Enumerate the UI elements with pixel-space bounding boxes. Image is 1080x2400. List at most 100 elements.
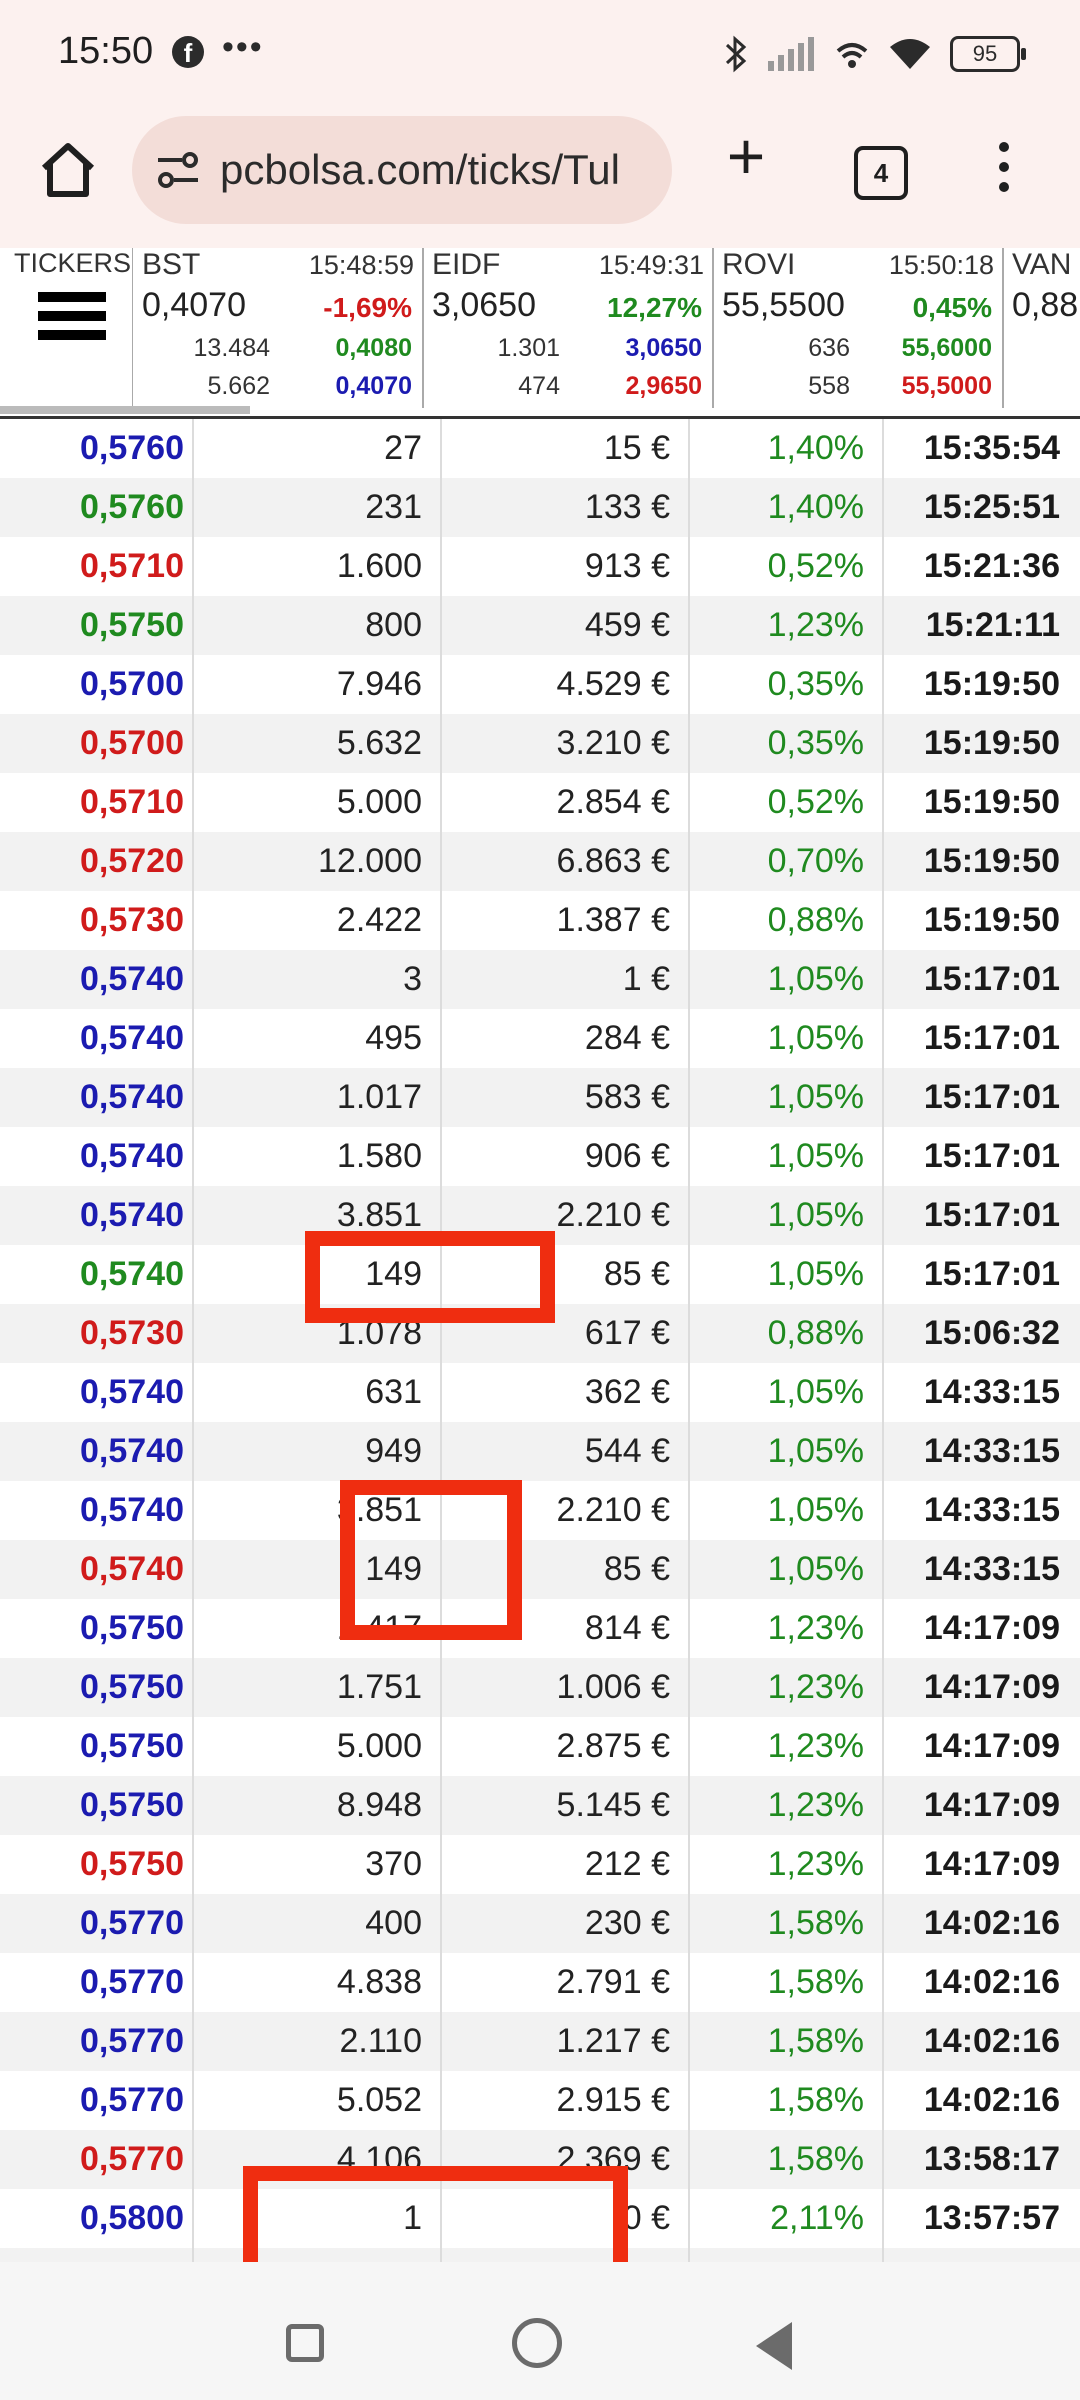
trade-change-pct: 0,88% [688,891,874,950]
table-row[interactable]: 0,5740 495 284 €1,05% 15:17:01 [0,1009,1080,1068]
table-row[interactable]: 0,5720 12.000 6.863 €0,70% 15:19:50 [0,832,1080,891]
trade-change-pct: 1,05% [688,1245,874,1304]
trade-price: 0,5800 [80,2199,184,2237]
trade-time: 15:06:32 [882,1304,1070,1363]
trade-price: 0,5750 [80,1609,184,1647]
trade-amount: 3.210 € [440,714,680,773]
trade-amount: 1 € [440,950,680,1009]
trade-time: 13:57:57 [882,2189,1070,2248]
ticker-strip[interactable]: TICKERS BST 15:48:59 0,4070 -1,69% 13.484 0,4… [0,248,1080,419]
table-row[interactable]: 0,5740 3.851 2.210 €1,05% 14:33:15 [0,1481,1080,1540]
ticker-ask-qty: 474 [518,372,560,400]
trade-time: 15:21:36 [882,537,1070,596]
trade-volume: 949 [192,1422,432,1481]
trade-price: 0,5770 [80,2081,184,2119]
ticker-bid-price: 0,4080 [335,334,412,362]
trade-change-pct: 0,52% [688,537,874,596]
table-row[interactable]: 0,5770 400 230 €1,58% 14:02:16 [0,1894,1080,1953]
table-row[interactable]: 0,5770 4.838 2.791 €1,58% 14:02:16 [0,1953,1080,2012]
site-settings-icon[interactable] [156,150,200,190]
recents-square-icon[interactable] [286,2324,324,2362]
trade-volume: 5.000 [192,773,432,832]
trade-amount: 362 € [440,1363,680,1422]
trade-amount: 2.791 € [440,1953,680,2012]
horizontal-scrollbar[interactable] [0,406,250,414]
table-row[interactable]: 0,5750 370 212 €1,23% 14:17:09 [0,1835,1080,1894]
tickers-menu[interactable]: TICKERS [0,248,133,408]
trade-price: 0,5710 [80,547,184,585]
trade-volume: 631 [192,1363,432,1422]
tab-switcher-icon[interactable]: 4 [854,146,908,200]
table-row[interactable]: 0,5750 1.751 1.006 €1,23% 14:17:09 [0,1658,1080,1717]
trade-price: 0,5750 [80,606,184,644]
table-row[interactable]: 0,5770 2.110 1.217 €1,58% 14:02:16 [0,2012,1080,2071]
trade-time: 14:33:15 [882,1363,1070,1422]
table-row[interactable]: 0,5710 1.600 913 €0,52% 15:21:36 [0,537,1080,596]
home-icon[interactable] [36,138,100,202]
trade-change-pct: 1,05% [688,1186,874,1245]
trade-volume: 4.838 [192,1953,432,2012]
trade-price: 0,5750 [80,1668,184,1706]
trade-price: 0,5760 [80,429,184,467]
table-row[interactable]: 0,5770 5.052 2.915 €1,58% 14:02:16 [0,2071,1080,2130]
table-row[interactable]: 0,5740 149 85 €1,05% 14:33:15 [0,1540,1080,1599]
trade-time: 14:33:15 [882,1481,1070,1540]
ticker-card[interactable]: VAN0,881.1. [1004,248,1080,408]
trade-change-pct: 0,35% [688,655,874,714]
table-row[interactable]: 0,5730 2.422 1.387 €0,88% 15:19:50 [0,891,1080,950]
annotation-box [305,1231,555,1323]
table-row[interactable]: 0,5740 1.017 583 €1,05% 15:17:01 [0,1068,1080,1127]
trade-time: 15:17:01 [882,1245,1070,1304]
table-row[interactable]: 0,5750 1.417 814 €1,23% 14:17:09 [0,1599,1080,1658]
new-tab-plus-icon[interactable]: + [716,123,776,189]
ticker-card[interactable]: BST 15:48:59 0,4070 -1,69% 13.484 0,4080 5.662… [134,248,424,408]
ticker-bid-qty: 636 [808,334,850,362]
trade-volume: 8.948 [192,1776,432,1835]
ticker-card[interactable]: EIDF 15:49:31 3,0650 12,27% 1.301 3,0650 474 2,… [424,248,714,408]
trade-price: 0,5740 [80,1550,184,1588]
trade-time: 15:25:51 [882,478,1070,537]
trade-volume: 495 [192,1009,432,1068]
table-row[interactable]: 0,5760 27 15 €1,40% 15:35:54 [0,419,1080,478]
ticker-card[interactable]: ROVI 15:50:18 55,5500 0,45% 636 55,6000 558 55,… [714,248,1004,408]
trade-time: 15:21:11 [882,596,1070,655]
battery-icon: 95 [950,36,1026,72]
trade-price: 0,5770 [80,1963,184,2001]
trade-volume: 800 [192,596,432,655]
trade-change-pct: 1,05% [688,1009,874,1068]
address-bar[interactable]: pcbolsa.com/ticks/Tul [132,116,672,224]
trade-change-pct: 2,11% [688,2189,874,2248]
ticker-ask-qty: 5.662 [207,372,270,400]
table-row[interactable]: 0,5700 5.632 3.210 €0,35% 15:19:50 [0,714,1080,773]
trade-amount: 1.217 € [440,2012,680,2071]
hamburger-menu-icon[interactable] [38,292,106,349]
trade-time: 14:17:09 [882,1776,1070,1835]
trade-amount: 1.006 € [440,1658,680,1717]
table-row[interactable]: 0,5740 3 1 €1,05% 15:17:01 [0,950,1080,1009]
overflow-menu-icon[interactable] [996,142,1012,202]
home-circle-icon[interactable] [512,2318,562,2368]
table-row[interactable]: 0,5740 631 362 €1,05% 14:33:15 [0,1363,1080,1422]
trade-volume: 7.946 [192,655,432,714]
url-text[interactable]: pcbolsa.com/ticks/Tul [220,146,620,194]
back-triangle-icon[interactable] [756,2322,792,2370]
trade-amount: 906 € [440,1127,680,1186]
table-row[interactable]: 0,5740 949 544 €1,05% 14:33:15 [0,1422,1080,1481]
table-row[interactable]: 0,5750 5.000 2.875 €1,23% 14:17:09 [0,1717,1080,1776]
table-row[interactable]: 0,5750 8.948 5.145 €1,23% 14:17:09 [0,1776,1080,1835]
trade-time: 15:19:50 [882,655,1070,714]
trade-volume: 370 [192,1835,432,1894]
trade-price: 0,5740 [80,960,184,998]
table-row[interactable]: 0,5700 7.946 4.529 €0,35% 15:19:50 [0,655,1080,714]
status-bar: 15:50 f ••• 95 [0,0,1080,108]
system-nav-bar [0,2262,1080,2400]
ticker-price: 0,88 [1012,286,1079,324]
table-row[interactable]: 0,5740 1.580 906 €1,05% 15:17:01 [0,1127,1080,1186]
trade-amount: 459 € [440,596,680,655]
hotspot-icon [836,43,868,68]
trade-price: 0,5720 [80,842,184,880]
table-row[interactable]: 0,5710 5.000 2.854 €0,52% 15:19:50 [0,773,1080,832]
table-row[interactable]: 0,5750 800 459 €1,23% 15:21:11 [0,596,1080,655]
signal-icon [768,37,814,71]
table-row[interactable]: 0,5760 231 133 €1,40% 15:25:51 [0,478,1080,537]
